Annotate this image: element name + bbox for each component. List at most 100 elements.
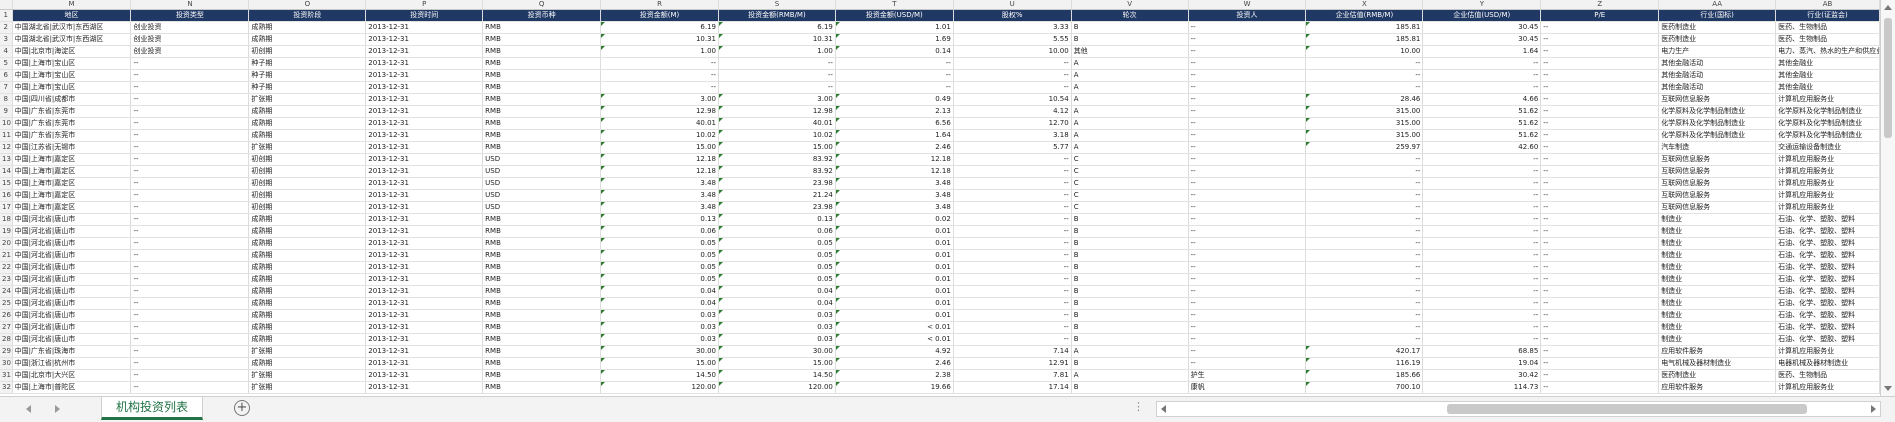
table-cell[interactable]: 中国|河北省|唐山市 <box>12 333 132 346</box>
row-number[interactable]: 21 <box>0 249 13 262</box>
table-cell[interactable]: 石油、化学、塑胶、塑料 <box>1775 273 1880 286</box>
table-cell[interactable]: -- <box>1540 45 1660 58</box>
table-cell[interactable]: -- <box>130 237 250 250</box>
row-number[interactable]: 23 <box>0 273 13 286</box>
table-cell[interactable]: 51.62 <box>1422 117 1542 130</box>
column-header[interactable]: 投资金额(USD/M) <box>835 9 954 22</box>
table-cell[interactable]: 12.91 <box>953 357 1072 370</box>
next-sheet-icon[interactable] <box>55 405 60 413</box>
table-cell[interactable]: -- <box>953 69 1072 82</box>
table-cell[interactable]: 其他金融业 <box>1775 69 1880 82</box>
table-cell[interactable]: -- <box>1540 81 1660 94</box>
table-cell[interactable]: 2013-12-31 <box>365 381 484 394</box>
table-cell[interactable]: -- <box>1188 285 1307 298</box>
table-cell[interactable]: 扩张期 <box>248 93 367 106</box>
table-cell[interactable]: -- <box>130 273 250 286</box>
table-cell[interactable]: 3.00 <box>718 93 836 106</box>
table-cell[interactable]: -- <box>835 81 954 94</box>
table-cell[interactable]: 中国湖北省|武汉市|东西湖区 <box>12 33 132 46</box>
table-cell[interactable]: 中国|河北省|唐山市 <box>12 297 132 310</box>
table-cell[interactable]: 2013-12-31 <box>365 261 484 274</box>
table-cell[interactable]: -- <box>1422 153 1542 166</box>
table-cell[interactable]: 石油、化学、塑胶、塑料 <box>1775 213 1880 226</box>
table-cell[interactable]: -- <box>1540 321 1660 334</box>
table-cell[interactable]: 初创期 <box>248 153 367 166</box>
table-cell[interactable]: -- <box>1188 117 1307 130</box>
table-cell[interactable]: 中国|上海市|嘉定区 <box>12 153 132 166</box>
table-cell[interactable]: RMB <box>482 297 602 310</box>
table-cell[interactable]: -- <box>1540 105 1660 118</box>
table-cell[interactable]: 医药、生物制品 <box>1775 21 1880 34</box>
table-cell[interactable]: 23.98 <box>718 177 836 190</box>
table-cell[interactable]: -- <box>130 297 250 310</box>
table-cell[interactable]: 7.14 <box>953 345 1072 358</box>
table-cell[interactable]: 2013-12-31 <box>365 21 484 34</box>
table-cell[interactable]: B <box>1071 273 1189 286</box>
table-cell[interactable]: -- <box>1540 213 1660 226</box>
table-cell[interactable]: 初创期 <box>248 189 367 202</box>
table-cell[interactable]: 成熟期 <box>248 21 367 34</box>
table-cell[interactable]: RMB <box>482 105 602 118</box>
table-cell[interactable]: 计算机应用服务业 <box>1775 345 1880 358</box>
table-cell[interactable]: 制造业 <box>1658 213 1777 226</box>
table-cell[interactable]: C <box>1071 189 1189 202</box>
table-cell[interactable]: 医药制造业 <box>1658 33 1777 46</box>
column-letter[interactable]: AB <box>1775 0 1880 10</box>
row-number[interactable]: 20 <box>0 237 13 250</box>
row-number[interactable]: 7 <box>0 81 13 94</box>
table-cell[interactable]: 制造业 <box>1658 249 1777 262</box>
table-cell[interactable]: < 0.01 <box>835 333 954 346</box>
horizontal-scrollbar[interactable] <box>1156 401 1881 417</box>
table-cell[interactable]: 化学原料及化学制品制造业 <box>1775 117 1880 130</box>
table-cell[interactable]: 0.02 <box>835 213 954 226</box>
table-cell[interactable]: -- <box>1422 285 1542 298</box>
table-cell[interactable]: 石油、化学、塑胶、塑料 <box>1775 297 1880 310</box>
table-cell[interactable]: 0.14 <box>835 45 954 58</box>
table-cell[interactable]: -- <box>1305 333 1424 346</box>
table-cell[interactable]: 10.31 <box>600 33 719 46</box>
table-cell[interactable]: -- <box>1188 333 1307 346</box>
row-number[interactable]: 26 <box>0 309 13 322</box>
table-cell[interactable]: B <box>1071 309 1189 322</box>
table-cell[interactable]: 2013-12-31 <box>365 273 484 286</box>
table-cell[interactable]: -- <box>718 69 836 82</box>
table-cell[interactable]: 互联网信息服务 <box>1658 153 1777 166</box>
table-cell[interactable]: 185.81 <box>1305 21 1424 34</box>
table-cell[interactable]: -- <box>1540 165 1660 178</box>
table-cell[interactable]: -- <box>835 57 954 70</box>
table-cell[interactable]: 石油、化学、塑胶、塑料 <box>1775 237 1880 250</box>
table-cell[interactable]: 计算机应用服务业 <box>1775 177 1880 190</box>
table-cell[interactable]: RMB <box>482 285 602 298</box>
table-cell[interactable]: -- <box>1188 201 1307 214</box>
table-cell[interactable]: 0.05 <box>718 261 836 274</box>
table-cell[interactable]: -- <box>130 57 250 70</box>
table-cell[interactable]: -- <box>130 285 250 298</box>
table-cell[interactable]: 交通运输设备制造业 <box>1775 141 1880 154</box>
sheet-tab-active[interactable]: 机构投资列表 <box>101 397 203 420</box>
table-cell[interactable]: 成熟期 <box>248 357 367 370</box>
table-cell[interactable]: 互联网信息服务 <box>1658 165 1777 178</box>
column-header[interactable]: 投资阶段 <box>248 9 367 22</box>
table-cell[interactable]: 2013-12-31 <box>365 165 484 178</box>
table-cell[interactable]: 中国|上海市|普陀区 <box>12 381 132 394</box>
table-cell[interactable]: -- <box>1422 189 1542 202</box>
table-cell[interactable]: 1.01 <box>835 21 954 34</box>
table-cell[interactable]: RMB <box>482 321 602 334</box>
table-cell[interactable]: 10.00 <box>953 45 1072 58</box>
scroll-up-icon[interactable] <box>1884 5 1892 10</box>
table-cell[interactable]: 10.00 <box>1305 45 1424 58</box>
table-cell[interactable]: -- <box>130 129 250 142</box>
table-cell[interactable]: 4.12 <box>953 105 1072 118</box>
table-cell[interactable]: -- <box>953 261 1072 274</box>
table-cell[interactable]: C <box>1071 165 1189 178</box>
table-cell[interactable]: 83.92 <box>718 153 836 166</box>
table-cell[interactable]: -- <box>1540 177 1660 190</box>
table-cell[interactable]: 30.45 <box>1422 21 1542 34</box>
table-cell[interactable]: -- <box>1305 165 1424 178</box>
table-cell[interactable]: -- <box>1422 165 1542 178</box>
table-cell[interactable]: 成熟期 <box>248 213 367 226</box>
table-cell[interactable]: -- <box>953 321 1072 334</box>
table-cell[interactable]: 2013-12-31 <box>365 129 484 142</box>
table-cell[interactable]: 3.48 <box>835 177 954 190</box>
row-number[interactable]: 25 <box>0 297 13 310</box>
